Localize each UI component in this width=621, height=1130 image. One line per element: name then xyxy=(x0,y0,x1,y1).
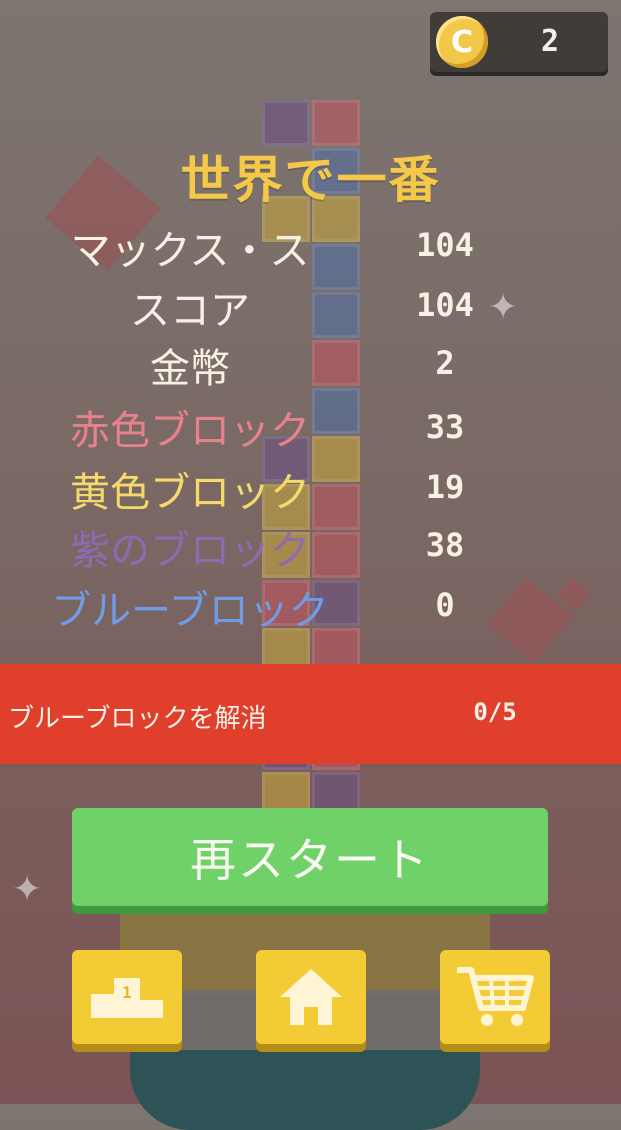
coin-icon-letter: C xyxy=(450,24,474,60)
leaderboard-button[interactable]: 1 xyxy=(72,950,182,1044)
stat-value-purple-blocks: 38 xyxy=(425,526,465,564)
stat-label-purple-blocks: 紫のブロック xyxy=(70,528,310,574)
coin-count: 2 xyxy=(540,24,560,59)
restart-button-label: 再スタート xyxy=(190,833,430,887)
stat-value-red-blocks: 33 xyxy=(425,408,465,446)
decorative-cube xyxy=(557,577,591,611)
mission-bar: ブルーブロックを解消 0/5 xyxy=(0,664,621,764)
stat-value-blue-blocks: 0 xyxy=(435,586,455,624)
podium-rank-number: 1 xyxy=(122,983,132,1002)
mission-progress: 0/5 xyxy=(473,698,517,726)
results-headline: 世界で一番 xyxy=(180,151,441,209)
restart-button[interactable]: 再スタート xyxy=(72,808,548,906)
tower-base-bottom xyxy=(130,1050,480,1130)
stat-value-coins: 2 xyxy=(435,344,455,382)
shop-button[interactable] xyxy=(440,950,550,1044)
podium-icon: 1 xyxy=(91,978,163,1018)
coin-icon: C xyxy=(436,16,488,68)
stat-label-red-blocks: 赤色ブロック xyxy=(70,408,310,454)
stat-value-score: 104 xyxy=(416,286,474,324)
coin-counter: C 2 xyxy=(430,12,608,72)
home-icon xyxy=(280,969,342,1025)
stat-label-yellow-blocks: 黄色ブロック xyxy=(70,470,310,516)
stat-label-coins: 金幣 xyxy=(150,346,230,392)
sparkle-icon: ✦ xyxy=(12,869,43,910)
cart-icon xyxy=(457,967,534,1026)
stat-label-score: スコア xyxy=(130,288,250,334)
stat-value-max-score: 104 xyxy=(416,226,474,264)
mission-text: ブルーブロックを解消 xyxy=(8,704,267,734)
stat-label-max-score: マックス・ス xyxy=(70,228,310,274)
stat-label-blue-blocks: ブルーブロック xyxy=(51,588,329,634)
stat-value-yellow-blocks: 19 xyxy=(425,468,465,506)
home-button[interactable] xyxy=(256,950,366,1044)
